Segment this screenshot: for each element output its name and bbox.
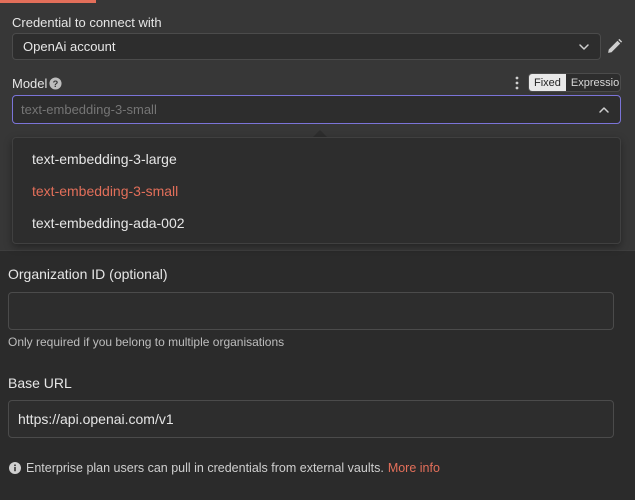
svg-text:?: ?	[53, 79, 59, 89]
question-circle-icon[interactable]: ?	[49, 77, 62, 90]
model-dropdown: text-embedding-3-large text-embedding-3-…	[12, 137, 621, 244]
pencil-icon[interactable]	[606, 38, 623, 55]
enterprise-notice-text: Enterprise plan users can pull in creden…	[26, 461, 384, 475]
credential-select[interactable]: OpenAi account	[12, 33, 601, 60]
organization-id-hint: Only required if you belong to multiple …	[8, 335, 285, 349]
credential-select-value: OpenAi account	[23, 39, 116, 54]
model-search-input-wrapper	[12, 95, 621, 124]
base-url-input[interactable]	[8, 400, 614, 438]
toggle-expression[interactable]: Expression	[566, 74, 620, 91]
dropdown-pointer	[313, 130, 327, 137]
model-search-input[interactable]	[21, 102, 581, 117]
credential-label: Credential to connect with	[12, 15, 162, 30]
model-label: Model	[12, 76, 48, 91]
chevron-up-icon[interactable]	[598, 104, 610, 116]
model-option-text-embedding-3-large[interactable]: text-embedding-3-large	[32, 151, 177, 167]
organization-id-input[interactable]	[8, 292, 614, 330]
model-option-text-embedding-3-small[interactable]: text-embedding-3-small	[32, 183, 178, 199]
model-option-text-embedding-ada-002[interactable]: text-embedding-ada-002	[32, 215, 185, 231]
enterprise-notice: Enterprise plan users can pull in creden…	[9, 461, 440, 475]
mode-toggle: Fixed Expression	[528, 73, 621, 92]
info-circle-icon	[9, 462, 21, 474]
chevron-down-icon	[579, 43, 589, 50]
active-tab-indicator	[0, 0, 96, 3]
toggle-fixed[interactable]: Fixed	[529, 74, 566, 91]
base-url-label: Base URL	[8, 375, 72, 391]
kebab-icon[interactable]	[513, 76, 521, 90]
organization-id-label: Organization ID (optional)	[8, 266, 168, 282]
more-info-link[interactable]: More info	[388, 461, 440, 475]
